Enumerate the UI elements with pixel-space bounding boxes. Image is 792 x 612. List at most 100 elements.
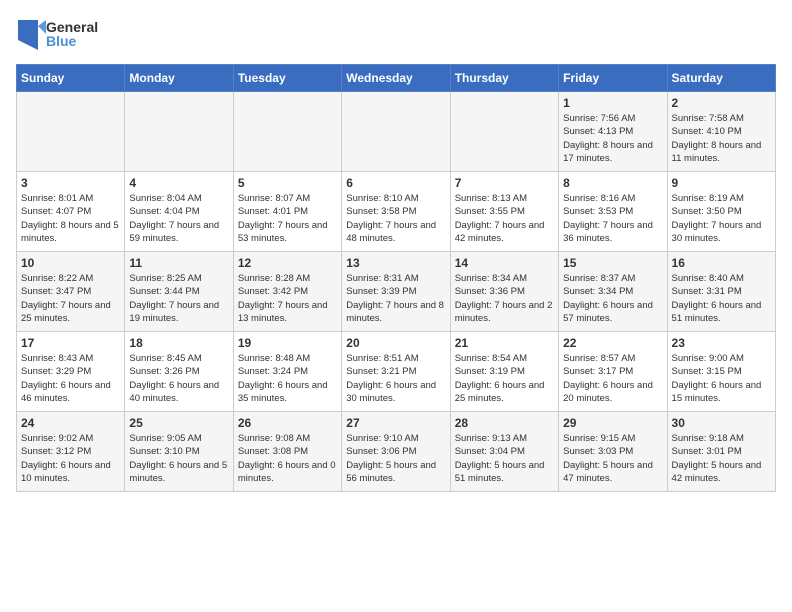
empty-day-cell	[450, 92, 558, 172]
calendar-day-cell: 29 Sunrise: 9:15 AM Sunset: 3:03 PM Dayli…	[559, 412, 667, 492]
day-number: 2	[672, 96, 771, 110]
day-number: 23	[672, 336, 771, 350]
calendar-day-cell: 5 Sunrise: 8:07 AM Sunset: 4:01 PM Daylig…	[233, 172, 341, 252]
calendar-week-row: 24Sunrise: 9:02 AM Sunset: 3:12 PM Dayli…	[17, 412, 776, 492]
calendar-week-row: 3 Sunrise: 8:01 AM Sunset: 4:07 PM Daylig…	[17, 172, 776, 252]
day-number: 1	[563, 96, 662, 110]
day-number: 27	[346, 416, 445, 430]
calendar-day-cell: 13 Sunrise: 8:31 AM Sunset: 3:39 PM Dayli…	[342, 252, 450, 332]
calendar-day-cell: 30Sunrise: 9:18 AM Sunset: 3:01 PM Dayli…	[667, 412, 775, 492]
day-number: 3	[21, 176, 120, 190]
day-number: 26	[238, 416, 337, 430]
day-number: 19	[238, 336, 337, 350]
calendar-day-cell: 11Sunrise: 8:25 AM Sunset: 3:44 PM Dayli…	[125, 252, 233, 332]
calendar-day-cell: 25Sunrise: 9:05 AM Sunset: 3:10 PM Dayli…	[125, 412, 233, 492]
day-info: Sunrise: 8:22 AM Sunset: 3:47 PM Dayligh…	[21, 272, 120, 325]
calendar-day-cell: 20 Sunrise: 8:51 AM Sunset: 3:21 PM Dayli…	[342, 332, 450, 412]
calendar-day-cell: 8 Sunrise: 8:16 AM Sunset: 3:53 PM Daylig…	[559, 172, 667, 252]
day-number: 22	[563, 336, 662, 350]
calendar-day-cell: 22 Sunrise: 8:57 AM Sunset: 3:17 PM Dayli…	[559, 332, 667, 412]
calendar-week-row: 10 Sunrise: 8:22 AM Sunset: 3:47 PM Dayli…	[17, 252, 776, 332]
day-info: Sunrise: 8:34 AM Sunset: 3:36 PM Dayligh…	[455, 272, 554, 325]
calendar-day-cell: 15 Sunrise: 8:37 AM Sunset: 3:34 PM Dayli…	[559, 252, 667, 332]
day-info: Sunrise: 8:57 AM Sunset: 3:17 PM Dayligh…	[563, 352, 662, 405]
weekday-header-monday: Monday	[125, 65, 233, 92]
day-number: 20	[346, 336, 445, 350]
day-number: 14	[455, 256, 554, 270]
day-info: Sunrise: 8:16 AM Sunset: 3:53 PM Dayligh…	[563, 192, 662, 245]
calendar-day-cell: 9 Sunrise: 8:19 AM Sunset: 3:50 PM Daylig…	[667, 172, 775, 252]
calendar-day-cell: 16 Sunrise: 8:40 AM Sunset: 3:31 PM Dayli…	[667, 252, 775, 332]
weekday-header-sunday: Sunday	[17, 65, 125, 92]
calendar-day-cell: 28 Sunrise: 9:13 AM Sunset: 3:04 PM Dayli…	[450, 412, 558, 492]
day-number: 12	[238, 256, 337, 270]
day-info: Sunrise: 8:31 AM Sunset: 3:39 PM Dayligh…	[346, 272, 445, 325]
day-number: 13	[346, 256, 445, 270]
day-info: Sunrise: 8:45 AM Sunset: 3:26 PM Dayligh…	[129, 352, 228, 405]
day-info: Sunrise: 9:15 AM Sunset: 3:03 PM Dayligh…	[563, 432, 662, 485]
calendar-day-cell: 24Sunrise: 9:02 AM Sunset: 3:12 PM Dayli…	[17, 412, 125, 492]
weekday-header-tuesday: Tuesday	[233, 65, 341, 92]
day-info: Sunrise: 8:04 AM Sunset: 4:04 PM Dayligh…	[129, 192, 228, 245]
calendar-day-cell: 6 Sunrise: 8:10 AM Sunset: 3:58 PM Daylig…	[342, 172, 450, 252]
empty-day-cell	[125, 92, 233, 172]
day-info: Sunrise: 8:54 AM Sunset: 3:19 PM Dayligh…	[455, 352, 554, 405]
day-info: Sunrise: 9:08 AM Sunset: 3:08 PM Dayligh…	[238, 432, 337, 485]
day-info: Sunrise: 8:48 AM Sunset: 3:24 PM Dayligh…	[238, 352, 337, 405]
day-info: Sunrise: 9:13 AM Sunset: 3:04 PM Dayligh…	[455, 432, 554, 485]
day-info: Sunrise: 7:56 AM Sunset: 4:13 PM Dayligh…	[563, 112, 662, 165]
day-info: Sunrise: 9:00 AM Sunset: 3:15 PM Dayligh…	[672, 352, 771, 405]
day-info: Sunrise: 7:58 AM Sunset: 4:10 PM Dayligh…	[672, 112, 771, 165]
day-number: 25	[129, 416, 228, 430]
calendar-day-cell: 1 Sunrise: 7:56 AM Sunset: 4:13 PM Daylig…	[559, 92, 667, 172]
day-info: Sunrise: 9:10 AM Sunset: 3:06 PM Dayligh…	[346, 432, 445, 485]
day-number: 6	[346, 176, 445, 190]
day-info: Sunrise: 8:37 AM Sunset: 3:34 PM Dayligh…	[563, 272, 662, 325]
day-number: 24	[21, 416, 120, 430]
empty-day-cell	[233, 92, 341, 172]
day-info: Sunrise: 8:40 AM Sunset: 3:31 PM Dayligh…	[672, 272, 771, 325]
day-info: Sunrise: 8:28 AM Sunset: 3:42 PM Dayligh…	[238, 272, 337, 325]
weekday-header-saturday: Saturday	[667, 65, 775, 92]
day-number: 30	[672, 416, 771, 430]
calendar-day-cell: 19 Sunrise: 8:48 AM Sunset: 3:24 PM Dayli…	[233, 332, 341, 412]
day-info: Sunrise: 8:13 AM Sunset: 3:55 PM Dayligh…	[455, 192, 554, 245]
calendar-day-cell: 23 Sunrise: 9:00 AM Sunset: 3:15 PM Dayli…	[667, 332, 775, 412]
calendar-day-cell: 2 Sunrise: 7:58 AM Sunset: 4:10 PM Daylig…	[667, 92, 775, 172]
day-number: 29	[563, 416, 662, 430]
day-number: 18	[129, 336, 228, 350]
calendar-week-row: 17Sunrise: 8:43 AM Sunset: 3:29 PM Dayli…	[17, 332, 776, 412]
calendar-day-cell: 18 Sunrise: 8:45 AM Sunset: 3:26 PM Dayli…	[125, 332, 233, 412]
day-number: 8	[563, 176, 662, 190]
day-info: Sunrise: 8:07 AM Sunset: 4:01 PM Dayligh…	[238, 192, 337, 245]
day-number: 28	[455, 416, 554, 430]
weekday-header-thursday: Thursday	[450, 65, 558, 92]
empty-day-cell	[342, 92, 450, 172]
day-info: Sunrise: 8:10 AM Sunset: 3:58 PM Dayligh…	[346, 192, 445, 245]
day-number: 9	[672, 176, 771, 190]
calendar-day-cell: 7 Sunrise: 8:13 AM Sunset: 3:55 PM Daylig…	[450, 172, 558, 252]
logo: GeneralBlue	[16, 16, 106, 54]
calendar-table: SundayMondayTuesdayWednesdayThursdayFrid…	[16, 64, 776, 492]
day-info: Sunrise: 8:19 AM Sunset: 3:50 PM Dayligh…	[672, 192, 771, 245]
calendar-day-cell: 12 Sunrise: 8:28 AM Sunset: 3:42 PM Dayli…	[233, 252, 341, 332]
day-number: 16	[672, 256, 771, 270]
calendar-day-cell: 17Sunrise: 8:43 AM Sunset: 3:29 PM Dayli…	[17, 332, 125, 412]
logo-svg: GeneralBlue	[16, 16, 106, 54]
day-number: 4	[129, 176, 228, 190]
weekday-header-row: SundayMondayTuesdayWednesdayThursdayFrid…	[17, 65, 776, 92]
svg-text:Blue: Blue	[46, 33, 77, 49]
day-info: Sunrise: 8:51 AM Sunset: 3:21 PM Dayligh…	[346, 352, 445, 405]
weekday-header-wednesday: Wednesday	[342, 65, 450, 92]
day-number: 7	[455, 176, 554, 190]
day-number: 5	[238, 176, 337, 190]
weekday-header-friday: Friday	[559, 65, 667, 92]
day-number: 10	[21, 256, 120, 270]
calendar-day-cell: 27 Sunrise: 9:10 AM Sunset: 3:06 PM Dayli…	[342, 412, 450, 492]
day-number: 15	[563, 256, 662, 270]
calendar-day-cell: 3 Sunrise: 8:01 AM Sunset: 4:07 PM Daylig…	[17, 172, 125, 252]
day-number: 21	[455, 336, 554, 350]
day-number: 17	[21, 336, 120, 350]
calendar-day-cell: 14 Sunrise: 8:34 AM Sunset: 3:36 PM Dayli…	[450, 252, 558, 332]
day-info: Sunrise: 8:01 AM Sunset: 4:07 PM Dayligh…	[21, 192, 120, 245]
